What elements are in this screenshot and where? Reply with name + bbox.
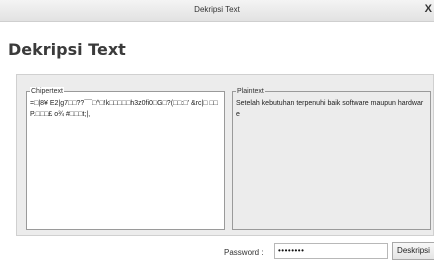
password-field[interactable]: ••••••••: [274, 243, 388, 259]
plaintext-group: Plaintext Setelah kebutuhan terpenuhi ba…: [232, 87, 431, 230]
plaintext-label: Plaintext: [236, 87, 265, 96]
decrypt-button[interactable]: Deskripsi: [392, 242, 434, 260]
content-panel: Chipertext =□|8¥ E2|g7□□??¯¯□^□!k□□□□□h3…: [16, 74, 434, 236]
bottom-bar: Password : •••••••• Deskripsi: [0, 236, 434, 268]
title-bar[interactable]: Dekripsi Text X: [0, 0, 434, 22]
plaintext-textarea[interactable]: Setelah kebutuhan terpenuhi baik softwar…: [236, 98, 427, 226]
close-icon[interactable]: X: [425, 3, 432, 15]
ciphertext-label: Chipertext: [30, 87, 64, 96]
password-label: Password :: [224, 248, 264, 257]
dekripsi-window: Dekripsi Text X Dekripsi Text Chipertext…: [0, 0, 434, 268]
ciphertext-group: Chipertext =□|8¥ E2|g7□□??¯¯□^□!k□□□□□h3…: [26, 87, 225, 230]
page-title: Dekripsi Text: [8, 40, 126, 59]
window-title: Dekripsi Text: [194, 5, 240, 14]
ciphertext-textarea[interactable]: =□|8¥ E2|g7□□??¯¯□^□!k□□□□□h3z0fi0□G□?(□…: [30, 98, 221, 226]
